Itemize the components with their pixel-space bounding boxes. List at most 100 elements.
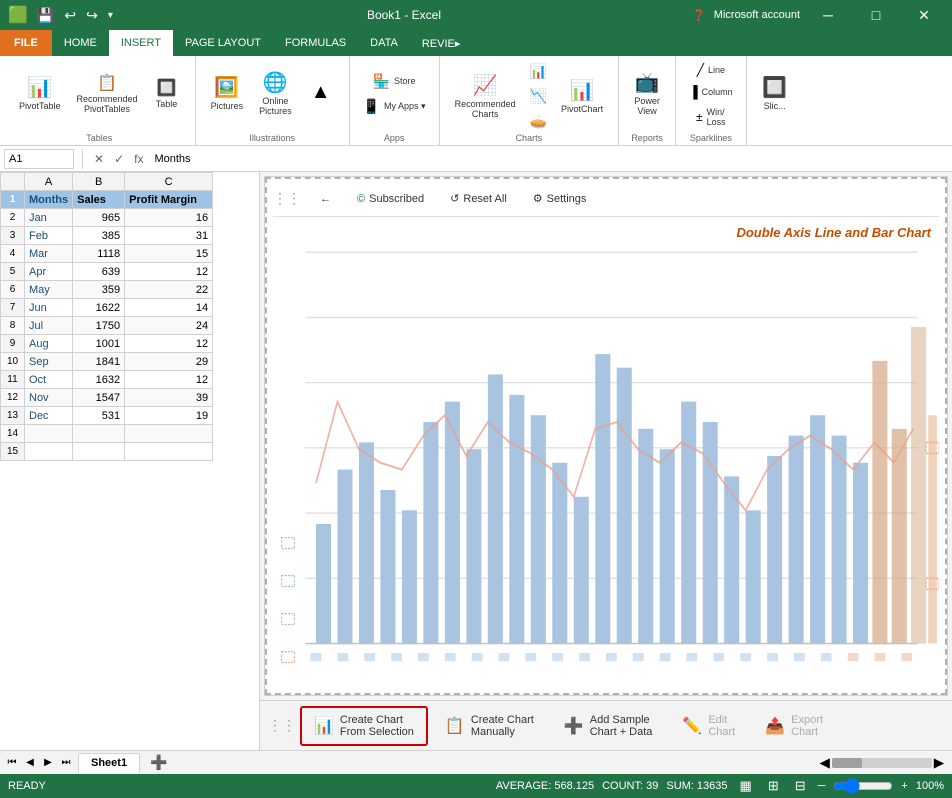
cell-12-2[interactable]: 39 bbox=[125, 389, 213, 407]
row-header-15[interactable]: 15 bbox=[1, 443, 25, 461]
row-header-1[interactable]: 1 bbox=[1, 191, 25, 209]
zoom-minus-button[interactable]: ─ bbox=[818, 780, 826, 792]
header-cell-1[interactable]: Sales bbox=[73, 191, 125, 209]
cell-15-0[interactable] bbox=[25, 443, 73, 461]
data-tab[interactable]: DATA bbox=[358, 30, 410, 56]
cell-10-1[interactable]: 1841 bbox=[73, 353, 125, 371]
cell-2-2[interactable]: 16 bbox=[125, 209, 213, 227]
save-button[interactable]: 💾 bbox=[34, 5, 57, 26]
row-header-10[interactable]: 10 bbox=[1, 353, 25, 371]
cell-14-2[interactable] bbox=[125, 425, 213, 443]
row-header-8[interactable]: 8 bbox=[1, 317, 25, 335]
cell-8-0[interactable]: Jul bbox=[25, 317, 73, 335]
close-button[interactable]: ✕ bbox=[904, 0, 944, 30]
page-layout-tab[interactable]: PAGE LAYOUT bbox=[173, 30, 273, 56]
header-cell-0[interactable]: Months bbox=[25, 191, 73, 209]
row-header-5[interactable]: 5 bbox=[1, 263, 25, 281]
cell-9-2[interactable]: 12 bbox=[125, 335, 213, 353]
row-header-9[interactable]: 9 bbox=[1, 335, 25, 353]
cell-9-0[interactable]: Aug bbox=[25, 335, 73, 353]
settings-button[interactable]: ⚙ Settings bbox=[526, 189, 594, 208]
zoom-plus-button[interactable]: + bbox=[901, 780, 907, 792]
row-header-11[interactable]: 11 bbox=[1, 371, 25, 389]
cell-15-2[interactable] bbox=[125, 443, 213, 461]
row-header-13[interactable]: 13 bbox=[1, 407, 25, 425]
cell-11-0[interactable]: Oct bbox=[25, 371, 73, 389]
scroll-track[interactable] bbox=[832, 758, 932, 768]
cell-3-0[interactable]: Feb bbox=[25, 227, 73, 245]
zoom-slider[interactable] bbox=[833, 778, 893, 794]
cell-6-2[interactable]: 22 bbox=[125, 281, 213, 299]
scroll-left-button[interactable]: ◀ bbox=[820, 755, 830, 771]
home-tab[interactable]: HOME bbox=[52, 30, 109, 56]
maximize-button[interactable]: □ bbox=[856, 0, 896, 30]
customize-qa-button[interactable]: ▾ bbox=[105, 8, 116, 23]
sheet-next-button[interactable]: ▶ bbox=[40, 755, 56, 771]
review-tab[interactable]: REVIE▸ bbox=[410, 30, 473, 56]
table-button[interactable]: 🔲 Table bbox=[147, 73, 187, 115]
cell-5-2[interactable]: 12 bbox=[125, 263, 213, 281]
cell-9-1[interactable]: 1001 bbox=[73, 335, 125, 353]
page-layout-view-button[interactable]: ⊞ bbox=[764, 778, 783, 794]
pictures-button[interactable]: 🖼️ Pictures bbox=[204, 70, 251, 117]
back-button[interactable]: ← bbox=[313, 190, 338, 208]
cell-4-1[interactable]: 1118 bbox=[73, 245, 125, 263]
winloss-sparkline-button[interactable]: ± Win/Loss bbox=[691, 104, 731, 130]
cell-7-2[interactable]: 14 bbox=[125, 299, 213, 317]
shapes-button[interactable]: ▲ bbox=[301, 76, 341, 111]
account-label[interactable]: Microsoft account bbox=[714, 9, 800, 21]
row-header-14[interactable]: 14 bbox=[1, 425, 25, 443]
cell-13-2[interactable]: 19 bbox=[125, 407, 213, 425]
cell-8-1[interactable]: 1750 bbox=[73, 317, 125, 335]
cell-3-2[interactable]: 31 bbox=[125, 227, 213, 245]
line-sparkline-button[interactable]: ╱ Line bbox=[692, 60, 730, 80]
pivot-chart-button[interactable]: 📊 PivotChart bbox=[554, 73, 610, 120]
insert-function-icon[interactable]: fx bbox=[131, 150, 146, 168]
sheet-prev-button[interactable]: ◀ bbox=[22, 755, 38, 771]
export-chart-button[interactable]: 📤 ExportChart bbox=[752, 707, 836, 745]
bar-chart-button[interactable]: 📊 bbox=[525, 60, 552, 83]
row-header-3[interactable]: 3 bbox=[1, 227, 25, 245]
cell-13-0[interactable]: Dec bbox=[25, 407, 73, 425]
column-header-B[interactable]: B bbox=[73, 173, 125, 191]
recommended-pivottables-button[interactable]: 📋 RecommendedPivotTables bbox=[70, 68, 145, 120]
cancel-formula-icon[interactable]: ✕ bbox=[91, 150, 107, 168]
column-header-C[interactable]: C bbox=[125, 173, 213, 191]
my-apps-button[interactable]: 📱 My Apps ▾ bbox=[358, 95, 431, 118]
create-chart-manually-button[interactable]: 📋 Create ChartManually bbox=[432, 707, 547, 745]
cell-14-0[interactable] bbox=[25, 425, 73, 443]
line-chart-button[interactable]: 📉 bbox=[525, 85, 552, 108]
cell-5-1[interactable]: 639 bbox=[73, 263, 125, 281]
cell-15-1[interactable] bbox=[73, 443, 125, 461]
add-sample-chart-button[interactable]: ➕ Add SampleChart + Data bbox=[551, 707, 666, 745]
help-button[interactable]: ❓ bbox=[692, 9, 706, 22]
insert-tab[interactable]: INSERT bbox=[109, 30, 173, 56]
pivot-table-button[interactable]: 📊 PivotTable bbox=[12, 70, 68, 117]
minimize-button[interactable]: ─ bbox=[808, 0, 848, 30]
power-view-button[interactable]: 📺 PowerView bbox=[627, 65, 667, 122]
create-chart-from-selection-button[interactable]: 📊 Create ChartFrom Selection bbox=[300, 706, 428, 746]
row-header-7[interactable]: 7 bbox=[1, 299, 25, 317]
page-break-view-button[interactable]: ⊟ bbox=[791, 778, 810, 794]
cell-7-1[interactable]: 1622 bbox=[73, 299, 125, 317]
cell-10-2[interactable]: 29 bbox=[125, 353, 213, 371]
store-button[interactable]: 🏪 Store bbox=[368, 70, 421, 93]
undo-button[interactable]: ↩ bbox=[61, 5, 79, 26]
cell-12-0[interactable]: Nov bbox=[25, 389, 73, 407]
sheet-first-button[interactable]: ⏮ bbox=[4, 755, 20, 771]
cell-2-1[interactable]: 965 bbox=[73, 209, 125, 227]
pie-chart-button[interactable]: 🥧 bbox=[525, 110, 552, 133]
cell-6-0[interactable]: May bbox=[25, 281, 73, 299]
cell-5-0[interactable]: Apr bbox=[25, 263, 73, 281]
recommended-charts-button[interactable]: 📈 RecommendedCharts bbox=[448, 68, 523, 125]
file-tab[interactable]: FILE bbox=[0, 30, 52, 56]
edit-chart-button[interactable]: ✏️ EditChart bbox=[669, 707, 748, 745]
cell-11-1[interactable]: 1632 bbox=[73, 371, 125, 389]
cell-3-1[interactable]: 385 bbox=[73, 227, 125, 245]
sheet-tab-sheet1[interactable]: Sheet1 bbox=[78, 753, 140, 773]
formula-input[interactable] bbox=[150, 153, 948, 165]
slicer-button[interactable]: 🔲 Slic... bbox=[755, 70, 795, 117]
row-header-6[interactable]: 6 bbox=[1, 281, 25, 299]
cell-4-2[interactable]: 15 bbox=[125, 245, 213, 263]
cell-reference-box[interactable] bbox=[4, 149, 74, 169]
